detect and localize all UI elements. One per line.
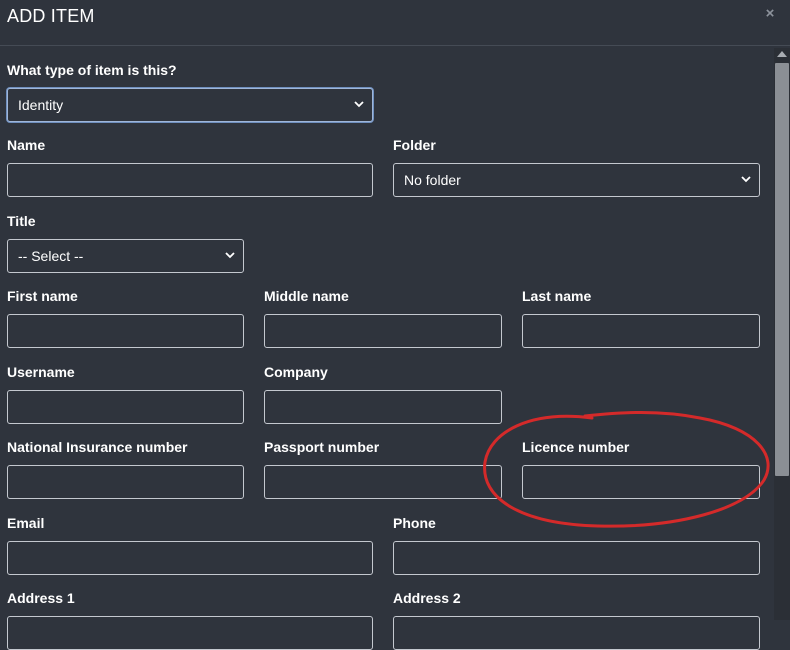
type-select-value: Identity (18, 97, 64, 113)
address2-field[interactable] (393, 616, 760, 650)
address2-label: Address 2 (393, 590, 461, 606)
close-icon[interactable]: × (763, 6, 777, 22)
type-label: What type of item is this? (7, 62, 177, 78)
company-field[interactable] (264, 390, 502, 424)
middle-name-label: Middle name (264, 288, 349, 304)
folder-select-value: No folder (404, 172, 461, 188)
address1-field[interactable] (7, 616, 373, 650)
national-insurance-label: National Insurance number (7, 439, 188, 455)
chevron-down-icon (354, 101, 364, 108)
modal-title: ADD ITEM (7, 6, 95, 26)
folder-label: Folder (393, 137, 436, 153)
last-name-field[interactable] (522, 314, 760, 348)
first-name-label: First name (7, 288, 78, 304)
last-name-label: Last name (522, 288, 592, 304)
passport-field[interactable] (264, 465, 502, 499)
first-name-field[interactable] (7, 314, 244, 348)
address1-label: Address 1 (7, 590, 75, 606)
passport-label: Passport number (264, 439, 380, 455)
name-label: Name (7, 137, 46, 153)
licence-label: Licence number (522, 439, 630, 455)
folder-select[interactable]: No folder (393, 163, 760, 197)
title-select-value: -- Select -- (18, 248, 84, 264)
phone-field[interactable] (393, 541, 760, 575)
email-label: Email (7, 515, 45, 531)
scrollbar-thumb[interactable] (775, 63, 789, 476)
chevron-down-icon (741, 176, 751, 183)
title-label: Title (7, 213, 36, 229)
username-label: Username (7, 364, 75, 380)
type-select[interactable]: Identity (7, 88, 373, 122)
username-field[interactable] (7, 390, 244, 424)
chevron-down-icon (225, 252, 235, 259)
phone-label: Phone (393, 515, 436, 531)
email-field[interactable] (7, 541, 373, 575)
scrollbar[interactable] (774, 48, 790, 620)
header-divider (0, 45, 790, 46)
national-insurance-field[interactable] (7, 465, 244, 499)
company-label: Company (264, 364, 328, 380)
scroll-up-arrow-icon[interactable] (777, 51, 787, 57)
licence-field[interactable] (522, 465, 760, 499)
title-select[interactable]: -- Select -- (7, 239, 244, 273)
name-field[interactable] (7, 163, 373, 197)
middle-name-field[interactable] (264, 314, 502, 348)
